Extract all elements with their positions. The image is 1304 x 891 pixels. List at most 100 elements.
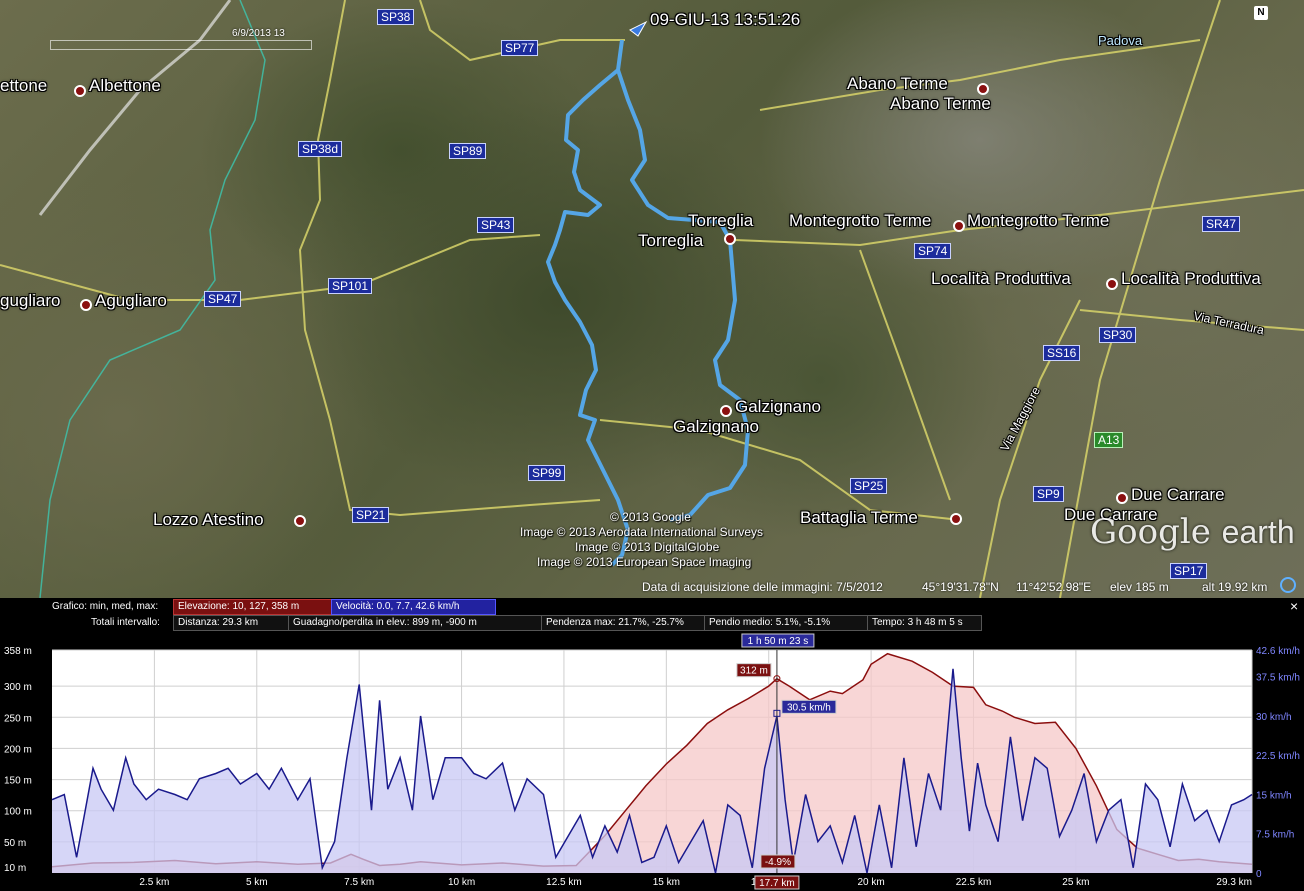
acquisition-date: Data di acquisizione delle immagini: 7/5… xyxy=(642,580,883,594)
time-slider[interactable] xyxy=(50,40,312,50)
x-tick-label: 5 km xyxy=(246,877,268,888)
google-earth-logo: Google earth xyxy=(1090,512,1295,552)
elevation-readout: elev 185 m xyxy=(1110,580,1169,594)
track-cursor-arrow-icon[interactable] xyxy=(629,20,648,37)
place-label: Agugliaro xyxy=(95,291,167,310)
cursor-slope-label: -4.9% xyxy=(765,857,791,868)
road-shield: SP89 xyxy=(449,143,487,159)
y-right-tick-label: 7.5 km/h xyxy=(1256,830,1294,841)
road-shield: SP74 xyxy=(914,243,952,259)
y-tick-label: 10 m xyxy=(4,863,26,874)
place-label: gugliaro xyxy=(0,291,61,310)
logo-text: earth xyxy=(1221,514,1295,550)
gps-track[interactable] xyxy=(546,39,630,567)
place-label: Galzignano xyxy=(735,397,822,416)
copyright-line: Image © 2013 European Space Imaging xyxy=(537,555,752,569)
place-pin-icon[interactable] xyxy=(950,513,962,525)
altitude-readout: alt 19.92 km xyxy=(1202,580,1268,594)
place-label: Albettone xyxy=(89,76,161,95)
road-shield: SR47 xyxy=(1202,216,1241,232)
y-right-tick-label: 15 km/h xyxy=(1256,790,1292,801)
loading-ring-icon xyxy=(1280,577,1296,593)
copyright-line: © 2013 Google xyxy=(610,510,691,524)
y-right-tick-label: 22.5 km/h xyxy=(1256,751,1300,762)
status-bar: Data di acquisizione delle immagini: 7/5… xyxy=(0,577,1304,598)
y-right-tick-label: 37.5 km/h xyxy=(1256,673,1300,684)
place-pin-icon[interactable] xyxy=(294,515,306,527)
road-shield: SP43 xyxy=(477,217,515,233)
latitude-readout: 45°19'31.78"N xyxy=(922,580,999,594)
place-pin-icon[interactable] xyxy=(80,299,92,311)
place-label: Torreglia xyxy=(688,211,754,230)
road-shield: SP99 xyxy=(528,465,566,481)
logo-text: Google xyxy=(1090,512,1211,552)
gps-track-return[interactable] xyxy=(616,69,750,522)
road-shield: SP101 xyxy=(328,278,373,294)
north-arrow-icon[interactable]: N xyxy=(1254,6,1268,20)
y-right-tick-label: 0 xyxy=(1256,869,1262,880)
x-tick-label: 29.3 km xyxy=(1216,877,1252,888)
road-shield: SS16 xyxy=(1043,345,1081,361)
time-slider-label: 6/9/2013 13 xyxy=(232,28,285,39)
road-shield: SP25 xyxy=(850,478,888,494)
y-tick-label: 200 m xyxy=(4,744,32,755)
left-axis-ticks: 358 m 300 m 250 m 200 m 150 m 100 m 50 m 10 m xyxy=(4,646,32,874)
place-label: ettone xyxy=(0,76,48,95)
place-label: Abano Terme xyxy=(847,74,948,93)
highway xyxy=(38,0,232,216)
elevation-speed-chart[interactable]: 358 m 300 m 250 m 200 m 150 m 100 m 50 m 10 m 4… xyxy=(0,598,1304,891)
road-shield: SP38d xyxy=(298,141,343,157)
cursor-elevation-label: 312 m xyxy=(740,666,768,677)
place-label: Lozzo Atestino xyxy=(153,510,264,529)
place-label: Due Carrare xyxy=(1131,485,1225,504)
place-pin-icon[interactable] xyxy=(720,405,732,417)
x-tick-label: 2.5 km xyxy=(139,877,169,888)
x-tick-label: 12.5 km xyxy=(546,877,582,888)
road-shield: SP30 xyxy=(1099,327,1137,343)
x-tick-label: 20 km xyxy=(857,877,884,888)
elevation-profile-panel: Grafico: min, med, max: Elevazione: 10, … xyxy=(0,598,1304,891)
y-tick-label: 358 m xyxy=(4,646,32,657)
x-tick-label: 25 km xyxy=(1062,877,1089,888)
place-pin-icon[interactable] xyxy=(74,85,86,97)
place-pin-icon[interactable] xyxy=(953,220,965,232)
y-right-tick-label: 42.6 km/h xyxy=(1256,646,1300,657)
road-shield: SP9 xyxy=(1033,486,1064,502)
map-view[interactable]: N 6/9/2013 13 09-GIU-13 13:51:26 ettone … xyxy=(0,0,1304,598)
place-label: Località Produttiva xyxy=(1121,269,1261,288)
x-tick-label: 10 km xyxy=(448,877,475,888)
track-timestamp: 09-GIU-13 13:51:26 xyxy=(650,10,801,29)
copyright-line: Image © 2013 DigitalGlobe xyxy=(575,540,720,554)
x-tick-label: 22.5 km xyxy=(956,877,992,888)
y-tick-label: 250 m xyxy=(4,713,32,724)
x-axis-ticks: 2.5 km5 km7.5 km10 km12.5 km15 km17.5 km… xyxy=(139,877,1252,888)
place-pin-icon[interactable] xyxy=(1116,492,1128,504)
road-shield: SP77 xyxy=(501,40,539,56)
road-shield: SP38 xyxy=(377,9,415,25)
copyright-line: Image © 2013 Aerodata International Surv… xyxy=(520,525,763,539)
motorway-shield: A13 xyxy=(1094,432,1124,448)
place-label: Montegrotto Terme xyxy=(967,211,1110,230)
place-label: Battaglia Terme xyxy=(800,508,918,527)
y-tick-label: 100 m xyxy=(4,807,32,818)
y-tick-label: 300 m xyxy=(4,682,32,693)
place-label: Località Produttiva xyxy=(931,269,1071,288)
cursor-time-label: 1 h 50 m 23 s xyxy=(748,636,809,647)
right-axis-ticks: 42.6 km/h 37.5 km/h 30 km/h 22.5 km/h 15 km/… xyxy=(1256,646,1300,880)
x-tick-label: 7.5 km xyxy=(344,877,374,888)
place-label: Montegrotto Terme xyxy=(789,211,932,230)
cursor-speed-label: 30.5 km/h xyxy=(787,702,831,713)
place-pin-icon[interactable] xyxy=(724,233,736,245)
y-tick-label: 50 m xyxy=(4,838,26,849)
road-shield: SP47 xyxy=(204,291,242,307)
road-shield: SP21 xyxy=(352,507,390,523)
longitude-readout: 11°42'52.98"E xyxy=(1016,580,1092,594)
y-tick-label: 150 m xyxy=(4,776,32,787)
place-label: Abano Terme xyxy=(890,94,991,113)
cursor-distance-label: 17.7 km xyxy=(759,878,795,889)
x-tick-label: 15 km xyxy=(653,877,680,888)
place-pin-icon[interactable] xyxy=(1106,278,1118,290)
place-label: Torreglia xyxy=(638,231,704,250)
y-right-tick-label: 30 km/h xyxy=(1256,712,1292,723)
place-label: Galzignano xyxy=(673,417,760,436)
